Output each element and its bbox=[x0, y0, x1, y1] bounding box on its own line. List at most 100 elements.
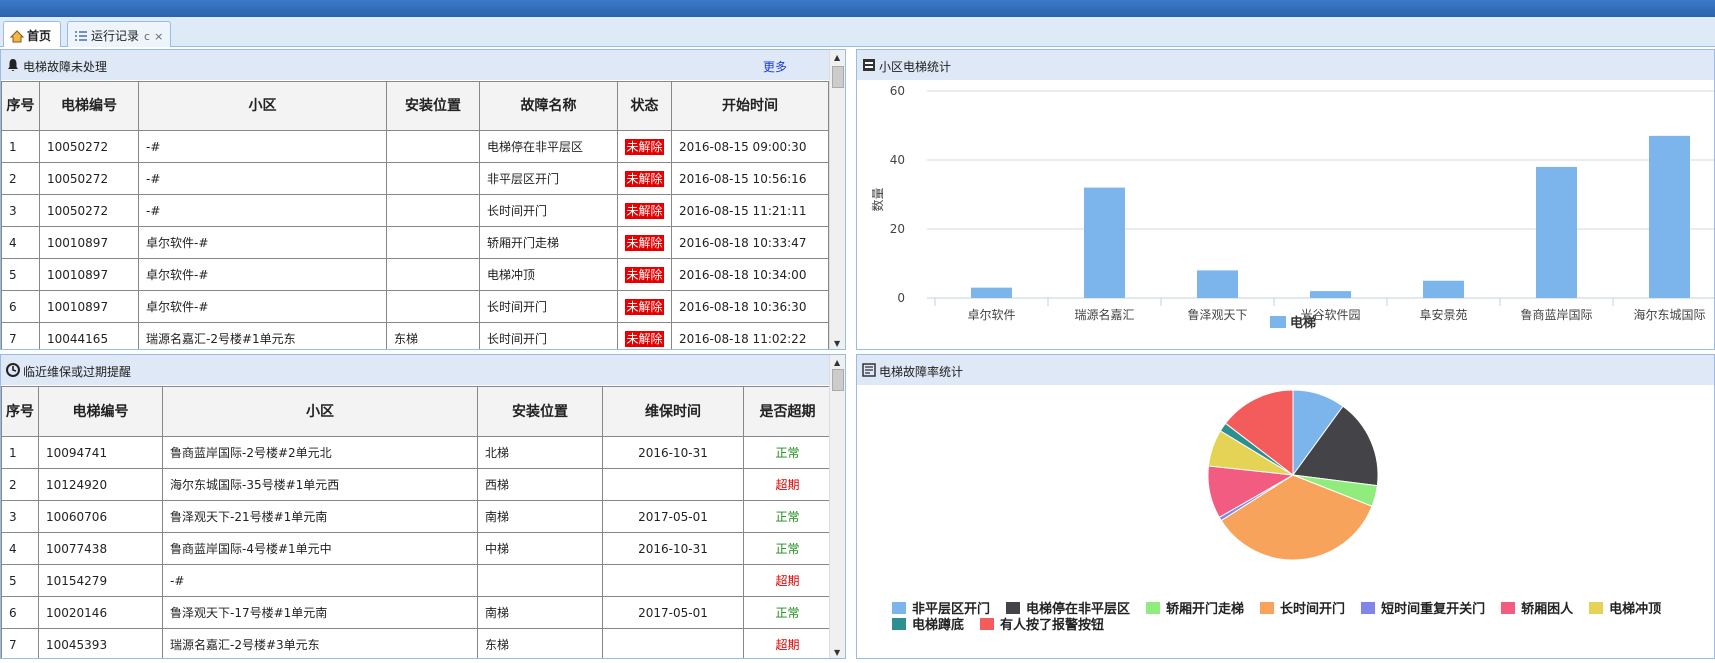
table-cell: 卓尔软件-# bbox=[138, 258, 387, 291]
table-cell: 鲁商蓝岸国际-2号楼#2单元北 bbox=[162, 436, 478, 469]
table-row[interactable]: 4 10077438 鲁商蓝岸国际-4号楼#1单元中 中梯 2016-10-31 正常 bbox=[1, 532, 832, 565]
close-icon[interactable]: × bbox=[154, 30, 163, 43]
column-header[interactable]: 状态 bbox=[617, 81, 672, 131]
legend-item[interactable]: 非平层区开门 bbox=[892, 602, 990, 618]
cell-text: 7 bbox=[9, 331, 17, 346]
cell-text: 10050272 bbox=[47, 139, 109, 154]
table-cell: 2016-08-18 10:34:00 bbox=[671, 258, 829, 291]
legend-swatch bbox=[980, 618, 995, 630]
table-cell bbox=[386, 194, 480, 227]
table-cell: 中梯 bbox=[477, 532, 603, 565]
column-header[interactable]: 安装位置 bbox=[477, 386, 603, 437]
column-header[interactable]: 序号 bbox=[1, 386, 39, 437]
table-row[interactable]: 5 10154279 -# 超期 bbox=[1, 564, 832, 597]
y-axis-label: 数量 bbox=[870, 187, 885, 211]
table-row[interactable]: 6 10010897 卓尔软件-# 长时间开门 未解除 2016-08-18 10:36:… bbox=[1, 290, 829, 323]
legend-item[interactable]: 长时间开门 bbox=[1260, 602, 1345, 618]
column-header[interactable]: 故障名称 bbox=[479, 81, 618, 131]
pie-legend: 非平层区开门 电梯停在非平层区 轿厢开门走梯 长时间开门 短时间重复开关门 轿厢困人 电梯冲… bbox=[892, 602, 1692, 634]
maint-scrollbar[interactable]: ▲ ▼ bbox=[829, 355, 845, 658]
legend-label: 电梯冲顶 bbox=[1609, 602, 1662, 617]
y-tick-label: 20 bbox=[890, 222, 905, 236]
table-cell: 10050272 bbox=[39, 194, 139, 227]
cell-text: 10010897 bbox=[47, 299, 109, 314]
table-cell: 10010897 bbox=[39, 226, 139, 259]
column-header[interactable]: 安装位置 bbox=[386, 81, 480, 131]
fault-scrollbar[interactable]: ▲ ▼ bbox=[829, 50, 845, 349]
table-cell: 超期 bbox=[743, 468, 832, 501]
bar[interactable] bbox=[1536, 166, 1577, 298]
tab-run-records[interactable]: 运行记录 c × bbox=[67, 21, 171, 47]
legend-item[interactable]: 轿厢开门走梯 bbox=[1146, 602, 1244, 618]
table-cell: 卓尔软件-# bbox=[138, 290, 387, 323]
table-row[interactable]: 1 10050272 -# 电梯停在非平层区 未解除 2016-08-15 09:00:3… bbox=[1, 130, 829, 163]
table-row[interactable]: 2 10050272 -# 非平层区开门 未解除 2016-08-15 10:56:16 bbox=[1, 162, 829, 195]
bar-panel: 小区电梯统计 0 20 40 60 数量 卓尔软件 瑞源名嘉汇 鲁泽观天下 光谷软件园 阜安景苑鲁… bbox=[856, 49, 1715, 350]
status-badge: 未解除 bbox=[625, 139, 664, 155]
cell-text: 南梯 bbox=[485, 510, 510, 524]
table-row[interactable]: 4 10010897 卓尔软件-# 轿厢开门走梯 未解除 2016-08-18 10:33… bbox=[1, 226, 829, 259]
legend-swatch bbox=[1501, 602, 1516, 614]
table-row[interactable]: 6 10020146 鲁泽观天下-17号楼#1单元南 南梯 2017-05-01 正常 bbox=[1, 596, 832, 629]
table-row[interactable]: 7 10044165 瑞源名嘉汇-2号楼#1单元东 东梯 长时间开门 未解除 2016-08… bbox=[1, 322, 829, 349]
x-tick-label: 鲁泽观天下 bbox=[1187, 308, 1247, 322]
column-header[interactable]: 小区 bbox=[138, 81, 387, 131]
tab-home-label: 首页 bbox=[27, 29, 52, 43]
table-cell: 10044165 bbox=[39, 322, 139, 349]
column-header[interactable]: 维保时间 bbox=[602, 386, 744, 437]
table-row[interactable]: 2 10124920 海尔东城国际-35号楼#1单元西 西梯 超期 bbox=[1, 468, 832, 501]
legend-item[interactable]: 电梯停在非平层区 bbox=[1006, 602, 1130, 618]
legend-item[interactable]: 轿厢困人 bbox=[1501, 602, 1573, 618]
column-header[interactable]: 电梯编号 bbox=[39, 81, 139, 131]
legend-label: 电梯蹲底 bbox=[912, 618, 965, 633]
more-link[interactable]: 更多 bbox=[763, 58, 787, 75]
column-header[interactable]: 小区 bbox=[162, 386, 478, 437]
table-cell: 东梯 bbox=[386, 322, 480, 349]
column-header[interactable]: 电梯编号 bbox=[38, 386, 163, 437]
table-cell bbox=[386, 162, 480, 195]
fault-panel-header: 电梯故障未处理 更多 bbox=[1, 50, 845, 80]
table-cell: 北梯 bbox=[477, 436, 603, 469]
table-row[interactable]: 3 10060706 鲁泽观天下-21号楼#1单元南 南梯 2017-05-01 正常 bbox=[1, 500, 832, 533]
table-cell: 鲁泽观天下-21号楼#1单元南 bbox=[162, 500, 478, 533]
table-cell bbox=[602, 564, 744, 597]
cell-text: 1 bbox=[9, 445, 17, 460]
table-cell: 超期 bbox=[743, 628, 832, 658]
legend-label: 长时间开门 bbox=[1280, 602, 1346, 617]
table-cell: 10010897 bbox=[39, 290, 139, 323]
refresh-icon[interactable]: c bbox=[144, 30, 150, 43]
legend-item[interactable]: 有人按了报警按钮 bbox=[980, 618, 1104, 634]
table-row[interactable]: 1 10094741 鲁商蓝岸国际-2号楼#2单元北 北梯 2016-10-31 正常 bbox=[1, 436, 832, 469]
bar[interactable] bbox=[1084, 187, 1125, 298]
bar[interactable] bbox=[1197, 270, 1238, 298]
bar[interactable] bbox=[1310, 291, 1351, 298]
tab-home[interactable]: 首页 bbox=[3, 21, 61, 47]
legend-label: 轿厢开门走梯 bbox=[1166, 602, 1245, 617]
cell-text: 2016-08-15 10:56:16 bbox=[679, 171, 807, 186]
table-row[interactable]: 3 10050272 -# 长时间开门 未解除 2016-08-15 11:21:11 bbox=[1, 194, 829, 227]
legend-item[interactable]: 电梯蹲底 bbox=[892, 618, 964, 634]
cell-text: 7 bbox=[9, 637, 17, 652]
column-header[interactable]: 开始时间 bbox=[671, 81, 829, 131]
legend-item[interactable]: 短时间重复开关门 bbox=[1361, 602, 1485, 618]
table-cell bbox=[602, 628, 744, 658]
status-badge: 未解除 bbox=[625, 235, 664, 251]
table-row[interactable]: 7 10045393 瑞源名嘉汇-2号楼#3单元东 东梯 超期 bbox=[1, 628, 832, 658]
column-header[interactable]: 是否超期 bbox=[743, 386, 832, 437]
table-cell: 2016-08-18 11:02:22 bbox=[671, 322, 829, 349]
legend-label: 轿厢困人 bbox=[1521, 602, 1574, 617]
table-row[interactable]: 5 10010897 卓尔软件-# 电梯冲顶 未解除 2016-08-18 10:34:0… bbox=[1, 258, 829, 291]
bar[interactable] bbox=[971, 287, 1012, 298]
table-cell: 10094741 bbox=[38, 436, 163, 469]
legend-swatch bbox=[1361, 602, 1376, 614]
table-cell bbox=[602, 468, 744, 501]
table-cell: 4 bbox=[1, 532, 39, 565]
report-icon bbox=[862, 363, 876, 377]
cell-text: 2 bbox=[9, 477, 17, 492]
legend-label[interactable]: 电梯 bbox=[1290, 315, 1316, 331]
legend-item[interactable]: 电梯冲顶 bbox=[1589, 602, 1661, 618]
column-header[interactable]: 序号 bbox=[1, 81, 40, 131]
bar[interactable] bbox=[1649, 135, 1690, 298]
bar[interactable] bbox=[1423, 280, 1464, 298]
status-badge: 正常 bbox=[775, 542, 800, 556]
